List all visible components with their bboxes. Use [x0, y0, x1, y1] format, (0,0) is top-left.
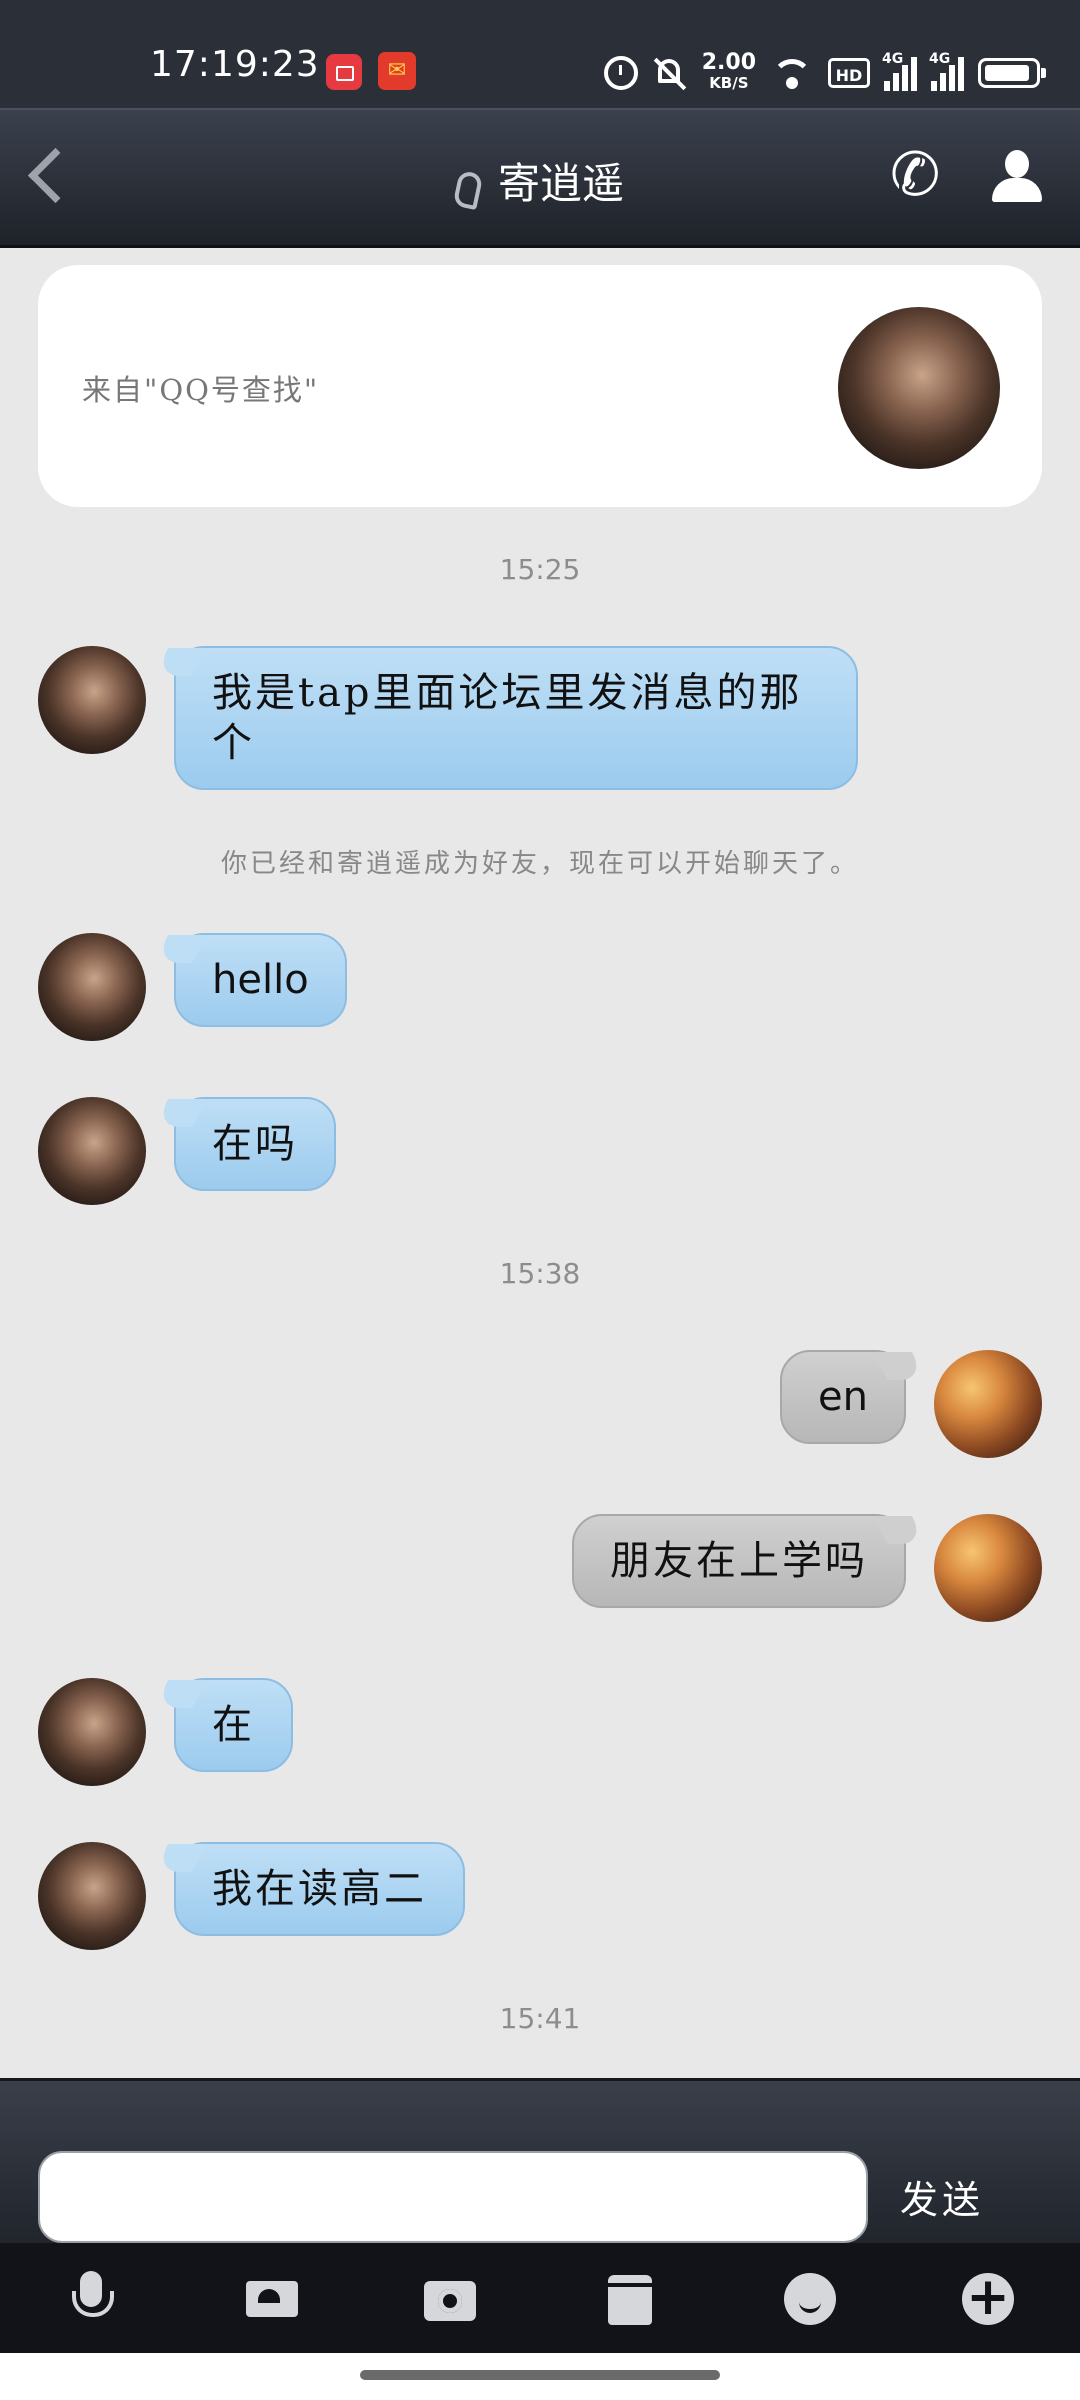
alarm-icon — [603, 56, 638, 90]
contact-avatar[interactable] — [38, 646, 146, 754]
message-bubble-incoming[interactable]: 在吗 — [174, 1097, 336, 1191]
hd-icon: HD — [828, 58, 870, 88]
system-message: 你已经和寄逍遥成为好友，现在可以开始聊天了。 — [220, 849, 859, 879]
photo-album-icon[interactable] — [242, 2269, 302, 2329]
app-notification-icon: ✉ — [378, 52, 416, 90]
network-speed: 2.00 KB/S — [701, 50, 756, 93]
input-bar: 发送 — [0, 2078, 1080, 2246]
signal-label: 4G — [929, 51, 951, 67]
profile-icon[interactable] — [988, 148, 1046, 206]
phone-icon[interactable] — [888, 140, 944, 210]
home-indicator[interactable] — [360, 2370, 720, 2380]
wifi-icon — [770, 55, 814, 91]
screen-record-icon — [326, 54, 362, 90]
contact-avatar[interactable] — [38, 1097, 146, 1205]
mute-icon — [652, 55, 688, 91]
message-bubble-incoming[interactable]: hello — [174, 933, 347, 1027]
contact-avatar[interactable] — [38, 1842, 146, 1950]
emoji-icon[interactable] — [780, 2269, 840, 2329]
message-bubble-incoming[interactable]: 在 — [174, 1678, 293, 1772]
network-speed-value: 2.00 — [701, 50, 756, 75]
signal-icon: 4G — [882, 51, 917, 91]
contact-avatar[interactable] — [38, 1678, 146, 1786]
input-toolbar — [0, 2243, 1080, 2353]
contact-avatar[interactable] — [38, 933, 146, 1041]
source-card[interactable]: 来自"QQ号查找" — [38, 265, 1042, 507]
file-icon[interactable] — [600, 2269, 660, 2329]
ear-icon[interactable] — [452, 169, 484, 211]
camera-icon[interactable] — [420, 2269, 480, 2329]
my-avatar[interactable] — [934, 1514, 1042, 1622]
status-time: 17:19:23 — [150, 44, 320, 85]
chat-title-text: 寄逍遥 — [497, 159, 624, 208]
contact-avatar[interactable] — [838, 307, 1000, 469]
message-bubble-outgoing[interactable]: 朋友在上学吗 — [572, 1514, 906, 1608]
plus-icon[interactable] — [958, 2267, 1018, 2329]
timestamp: 15:25 — [499, 553, 581, 586]
send-button[interactable]: 发送 — [900, 2169, 984, 2224]
signal-label: 4G — [882, 51, 904, 67]
navigation-bar — [0, 2353, 1080, 2400]
message-bubble-outgoing[interactable]: en — [780, 1350, 906, 1444]
battery-icon — [978, 58, 1046, 88]
message-bubble-incoming[interactable]: 我在读高二 — [174, 1842, 465, 1936]
my-avatar[interactable] — [934, 1350, 1042, 1458]
chat-header: 寄逍遥 — [0, 108, 1080, 248]
network-speed-unit: KB/S — [709, 74, 749, 92]
microphone-icon[interactable] — [62, 2269, 122, 2329]
message-bubble-incoming[interactable]: 我是tap里面论坛里发消息的那个 — [174, 646, 858, 790]
timestamp: 15:38 — [499, 1257, 581, 1290]
signal-icon: 4G — [929, 51, 964, 91]
status-bar: 17:19:23 ✉ 2.00 KB/S HD 4G 4G — [0, 0, 1080, 110]
timestamp: 15:41 — [499, 2002, 581, 2035]
message-input[interactable] — [38, 2151, 868, 2243]
status-icons: 2.00 KB/S HD 4G 4G — [603, 48, 1046, 98]
source-text: 来自"QQ号查找" — [82, 373, 320, 407]
